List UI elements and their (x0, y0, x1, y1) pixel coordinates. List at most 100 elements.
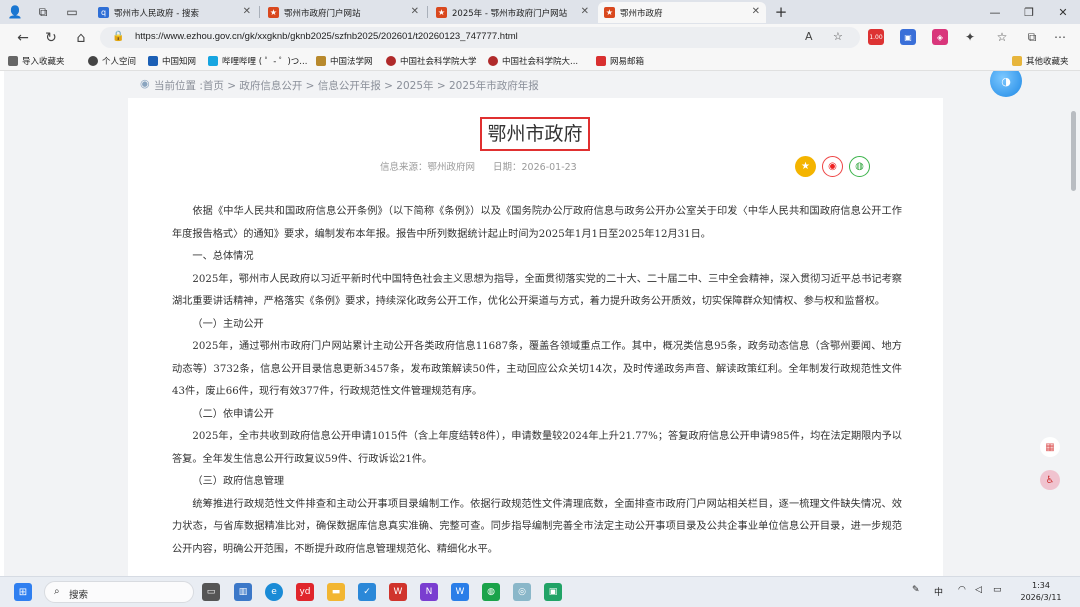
close-window-icon[interactable]: ✕ (1053, 3, 1073, 21)
bookmark-cnki[interactable]: 中国知网 (148, 55, 196, 67)
edge-icon[interactable]: e (265, 583, 283, 601)
file-explorer-icon[interactable]: ▬ (327, 583, 345, 601)
wechat-share-icon[interactable]: ◍ (849, 156, 870, 177)
url-field[interactable]: 🔒 https://www.ezhou.gov.cn/gk/xxgknb/gkn… (100, 27, 860, 48)
section-heading: （二）依申请公开 (192, 408, 274, 420)
chat-icon[interactable]: ▣ (544, 583, 562, 601)
extension-icon[interactable]: ◈ (932, 29, 948, 45)
page-title: 鄂州市政府 (487, 123, 583, 145)
address-bar: ← ↻ ⌂ 🔒 https://www.ezhou.gov.cn/gk/xxgk… (0, 24, 1080, 51)
bookmark-ucass-2[interactable]: 中国社会科学院大... (488, 55, 578, 67)
ucass-icon (386, 56, 396, 66)
workspaces-icon[interactable]: ⧉ (34, 3, 52, 21)
article: 鄂州市政府 信息来源：鄂州政府网 日期：2026-01-23 ★ ◉ ◍ 依据《中… (128, 98, 943, 576)
bilibili-icon (208, 56, 218, 66)
bookmarks-bar: 导入收藏夹 个人空间 中国知网 哔哩哔哩 ( ゜- ゜)つ... 中国法学网 中… (0, 51, 1080, 71)
close-tab-icon[interactable]: ✕ (581, 6, 589, 17)
favorite-star-icon[interactable]: ☆ (833, 30, 843, 43)
back-icon[interactable]: ← (14, 29, 32, 47)
wechat-icon[interactable]: ◍ (482, 583, 500, 601)
extension-icon[interactable]: ▣ (900, 29, 916, 45)
favorites-icon[interactable]: ☆ (994, 29, 1010, 45)
ime-indicator[interactable]: 中 (934, 585, 943, 598)
paragraph: 2025年，鄂州市人民政府以习近平新时代中国特色社会主义思想为指导，全面贯彻落实… (172, 273, 902, 308)
youdao-icon[interactable]: yd (296, 583, 314, 601)
read-aloud-icon[interactable]: A (805, 30, 813, 43)
wps-icon[interactable]: W (389, 583, 407, 601)
tab-label: 鄂州市政府 (620, 8, 663, 19)
scroll-thumb[interactable] (1071, 111, 1076, 191)
tab-strip: 👤 ⧉ ▭ q 鄂州市人民政府 - 搜索 ✕ ★ 鄂州市政府门户网站 ✕ ★ 2… (0, 0, 1080, 24)
tab-label: 鄂州市人民政府 - 搜索 (114, 8, 199, 19)
bookmark-other[interactable]: 其他收藏夹 (1012, 55, 1069, 67)
widgets-icon[interactable]: ▥ (234, 583, 252, 601)
gov-favicon-icon: ★ (604, 7, 615, 18)
article-date: 日期：2026-01-23 (493, 162, 577, 173)
volume-icon[interactable]: ◁ (975, 585, 982, 595)
new-tab-button[interactable]: + (772, 3, 790, 21)
paragraph: 2025年，通过鄂州市政府门户网站累计主动公开各类政府信息11687条，覆盖各领… (172, 341, 902, 397)
favorite-share-icon[interactable]: ★ (795, 156, 816, 177)
gov-favicon-icon: ★ (268, 7, 279, 18)
breadcrumb-text[interactable]: 当前位置 :首页 > 政府信息公开 > 信息公开年报 > 2025年 > 202… (154, 78, 539, 93)
collections-icon[interactable]: ⧉ (1024, 29, 1040, 45)
bookmark-163mail[interactable]: 网易邮箱 (596, 55, 644, 67)
close-tab-icon[interactable]: ✕ (752, 6, 760, 17)
restore-icon[interactable]: ❐ (1019, 3, 1039, 21)
section-heading: （三）政府信息管理 (192, 476, 285, 487)
taskbar-search[interactable]: ⌕ 搜索 (44, 581, 194, 603)
search-icon: ⌕ (54, 586, 60, 597)
home-icon[interactable]: ⌂ (72, 29, 90, 47)
refresh-icon[interactable]: ↻ (42, 29, 60, 47)
close-tab-icon[interactable]: ✕ (411, 6, 419, 17)
bookmark-personal[interactable]: 个人空间 (88, 55, 136, 67)
accessibility-icon[interactable]: ♿ (1040, 470, 1060, 490)
onenote-icon[interactable]: N (420, 583, 438, 601)
bookmark-law[interactable]: 中国法学网 (316, 55, 373, 67)
tab-search[interactable]: q 鄂州市人民政府 - 搜索 ✕ (92, 2, 257, 23)
profile-icon[interactable]: 👤 (6, 3, 24, 21)
more-icon[interactable]: ⋯ (1052, 29, 1068, 45)
law-icon (316, 56, 326, 66)
taskbar: ⊞ ⌕ 搜索 ▭ ▥ e yd ▬ ✓ W N W ◍ ◎ ▣ ✎ 中 ◠ ◁ … (0, 576, 1080, 607)
page-content: ◉ 当前位置 :首页 > 政府信息公开 > 信息公开年报 > 2025年 > 2… (0, 71, 1080, 576)
globe-icon (88, 56, 98, 66)
tab-actions-icon[interactable]: ▭ (63, 3, 81, 21)
wifi-icon[interactable]: ◠ (958, 585, 966, 595)
minimize-icon[interactable]: — (985, 3, 1005, 21)
extensions-icon[interactable]: ✦ (962, 29, 978, 45)
windows-start-icon[interactable]: ⊞ (14, 583, 32, 601)
search-favicon-icon: q (98, 7, 109, 18)
assistant-bubble-icon[interactable]: ◑ (990, 71, 1022, 97)
bookmark-import[interactable]: 导入收藏夹 (8, 55, 65, 67)
ucass-icon (488, 56, 498, 66)
tab-2025[interactable]: ★ 2025年 - 鄂州市政府门户网站 ✕ (430, 2, 595, 23)
todo-icon[interactable]: ✓ (358, 583, 376, 601)
app-icon[interactable]: ◎ (513, 583, 531, 601)
clock-time: 1:34 (1032, 581, 1050, 590)
tray-ime-icon[interactable]: ✎ (912, 585, 920, 595)
bookmark-bilibili[interactable]: 哔哩哔哩 ( ゜- ゜)つ... (208, 55, 307, 67)
paragraph: 依据《中华人民共和国政府信息公开条例》（以下简称《条例》）以及《国务院办公厅政府… (172, 206, 902, 240)
url-text[interactable]: https://www.ezhou.gov.cn/gk/xxgknb/gknb2… (135, 31, 518, 42)
tab-current[interactable]: ★ 鄂州市政府 ✕ (598, 2, 766, 23)
bookmark-ucass[interactable]: 中国社会科学院大学 (386, 55, 477, 67)
battery-icon[interactable]: ▭ (993, 585, 1002, 595)
paragraph: 统筹推进行政规范性文件排查和主动公开事项目录编制工作。依据行政规范性文件清理底数… (172, 498, 902, 555)
article-source: 信息来源：鄂州政府网 (380, 162, 476, 173)
word-icon[interactable]: W (451, 583, 469, 601)
extension-badge[interactable]: 1.00 (868, 29, 884, 45)
tab-label: 2025年 - 鄂州市政府门户网站 (452, 8, 568, 19)
taskbar-clock[interactable]: 1:34 2026/3/11 (1016, 580, 1066, 604)
import-icon (8, 56, 18, 66)
tab-portal[interactable]: ★ 鄂州市政府门户网站 ✕ (262, 2, 425, 23)
weibo-share-icon[interactable]: ◉ (822, 156, 843, 177)
location-pin-icon: ◉ (140, 77, 150, 90)
qr-code-icon[interactable]: ▦ (1040, 437, 1060, 457)
task-view-icon[interactable]: ▭ (202, 583, 220, 601)
article-meta: 信息来源：鄂州政府网 日期：2026-01-23 (380, 159, 577, 173)
close-tab-icon[interactable]: ✕ (243, 6, 251, 17)
clock-date: 2026/3/11 (1020, 593, 1062, 602)
vertical-scrollbar[interactable] (1071, 71, 1076, 576)
lock-icon[interactable]: 🔒 (112, 31, 124, 42)
